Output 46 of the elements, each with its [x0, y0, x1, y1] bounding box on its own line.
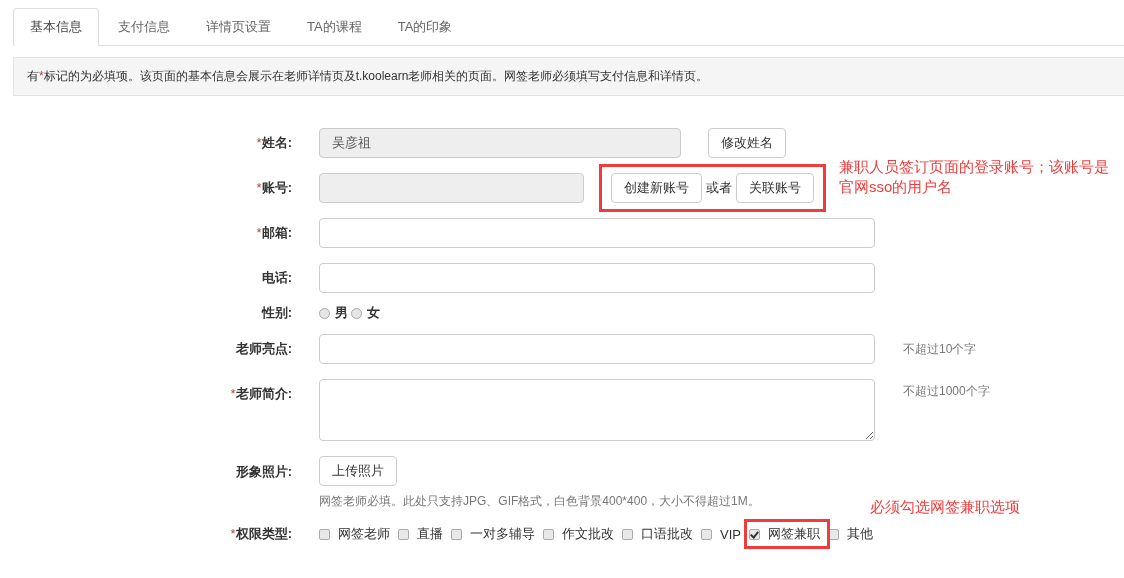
option-label: VIP: [720, 526, 741, 542]
tab[interactable]: 详情页设置: [189, 8, 288, 45]
radio-button[interactable]: [319, 307, 330, 319]
field-label: 性别:: [260, 304, 292, 322]
field-label: *权限类型:: [229, 525, 292, 543]
option-label: 女: [367, 304, 380, 322]
field-label: *姓名:: [255, 134, 292, 152]
option-label: 作文批改: [562, 525, 614, 543]
upload-button[interactable]: 上传照片: [319, 456, 397, 486]
checkbox[interactable]: [319, 528, 330, 540]
field-label: *老师简介:: [229, 385, 292, 403]
input-field[interactable]: [319, 334, 875, 364]
checkbox[interactable]: [543, 528, 554, 540]
option-label: 口语批改: [641, 525, 693, 543]
checkbox[interactable]: [622, 528, 633, 540]
option-label: 网签老师: [338, 525, 390, 543]
option-label: 其他: [846, 525, 873, 543]
tab[interactable]: TA的课程: [290, 8, 379, 45]
option-label: 一对多辅导: [470, 525, 535, 543]
annotation-text: 兼职人员签订页面的登录账号；该账号是官网sso的用户名: [839, 157, 1110, 197]
checkbox[interactable]: [827, 528, 839, 540]
input-field[interactable]: [319, 218, 875, 248]
or-text: 或者: [706, 179, 732, 197]
field-label: 电话:: [260, 269, 292, 287]
notice-text: 有*标记的为必填项。该页面的基本信息会展示在老师详情页及t.koolearn老师相关的页面。网签老师必须填写支付信息和详情页。: [27, 68, 709, 85]
checkbox[interactable]: [398, 528, 409, 540]
text-area[interactable]: [319, 379, 875, 441]
input-field[interactable]: [319, 263, 875, 293]
hint-text: 不超过1000个字: [903, 383, 990, 400]
field-label: 老师亮点:: [234, 340, 292, 358]
field-label: 形象照片:: [234, 463, 292, 481]
checkbox[interactable]: [451, 528, 462, 540]
option-label: 网签兼职: [767, 525, 820, 543]
option-label: 直播: [417, 525, 443, 543]
note-text: 网签老师必填。此处只支持JPG、GIF格式，白色背景400*400，大小不得超过1M。: [319, 493, 760, 510]
tab[interactable]: 支付信息: [101, 8, 187, 45]
field-label: *账号:: [255, 179, 292, 197]
hint-text: 不超过10个字: [903, 340, 977, 358]
checkbox[interactable]: [748, 528, 760, 540]
field-label: *邮箱:: [255, 224, 292, 242]
radio-button[interactable]: [351, 307, 362, 319]
tab[interactable]: 基本信息: [13, 8, 99, 46]
checkbox[interactable]: [701, 528, 712, 540]
annotation-text: 必须勾选网签兼职选项: [869, 497, 1020, 517]
option-label: 男: [335, 304, 348, 322]
tab[interactable]: TA的印象: [380, 8, 470, 45]
